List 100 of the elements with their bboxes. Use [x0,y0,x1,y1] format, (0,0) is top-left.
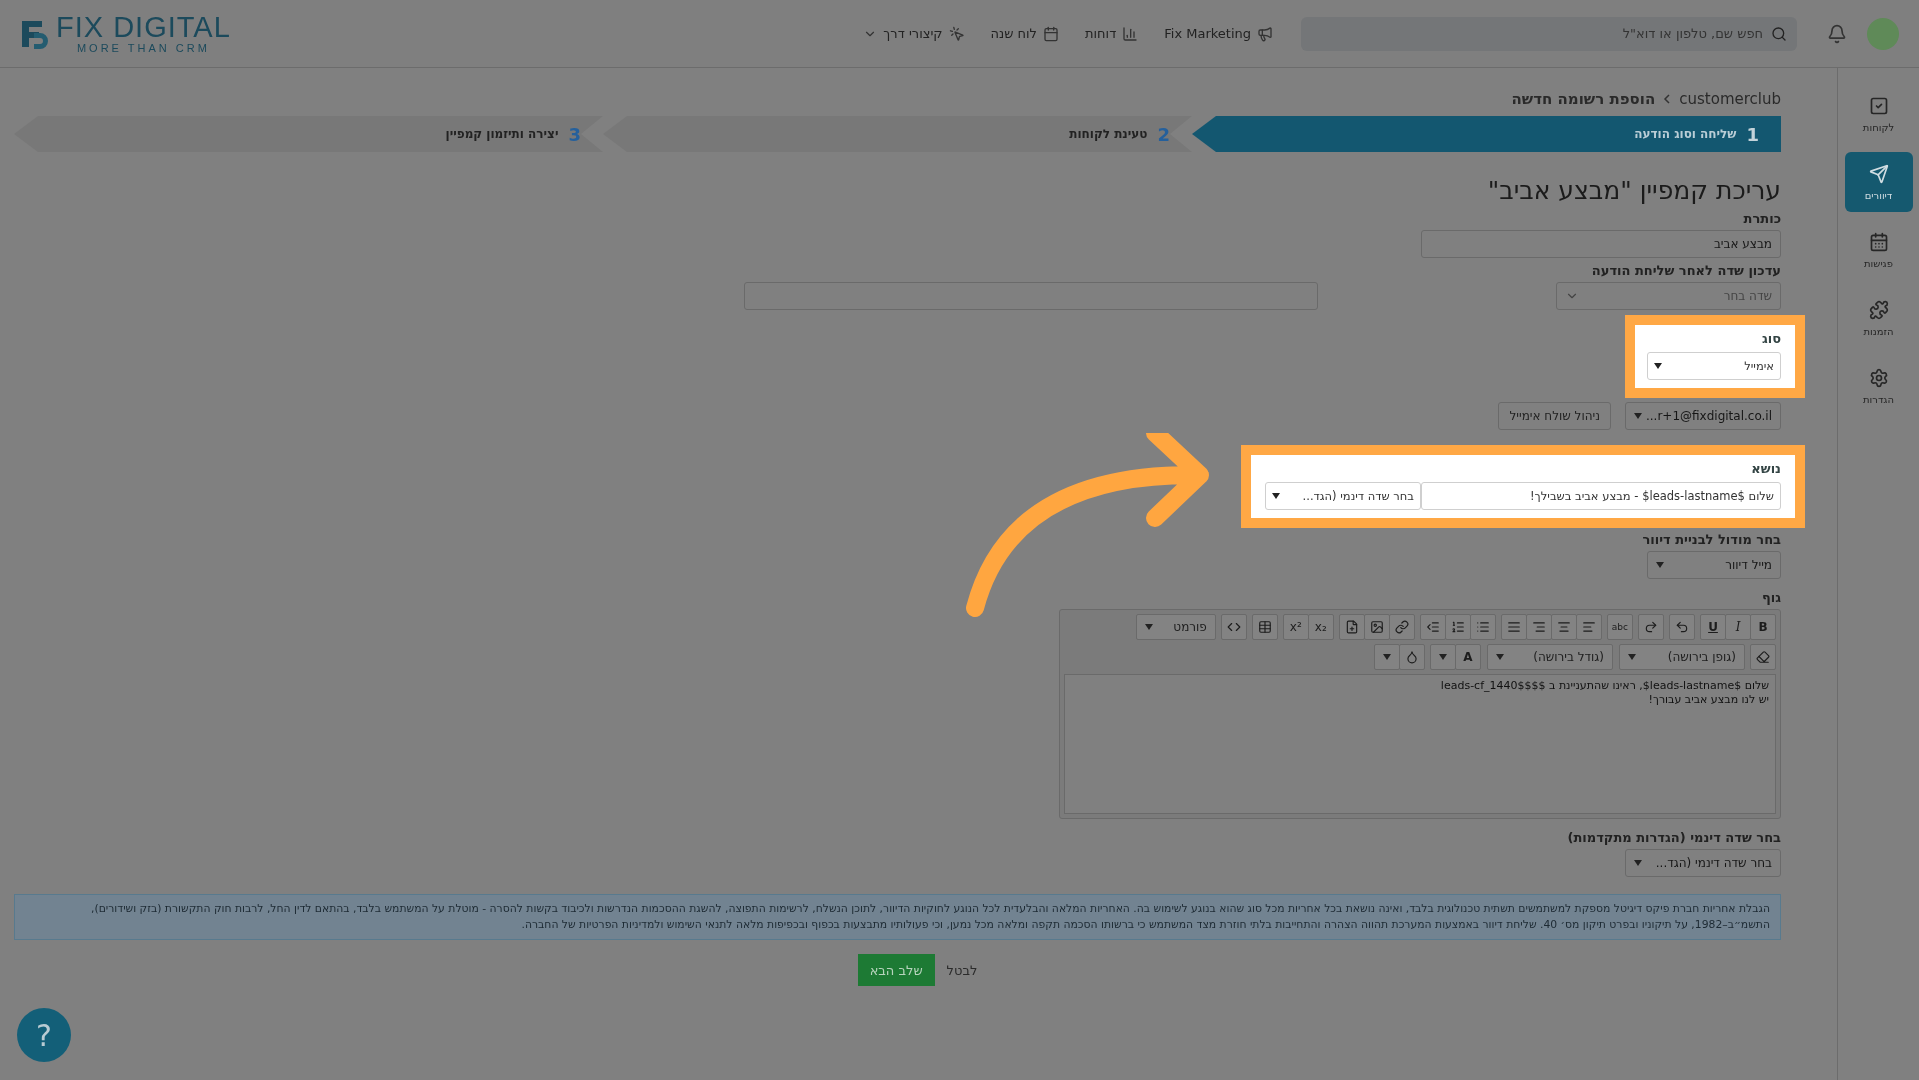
next-step-button[interactable]: שלב הבא [857,954,935,987]
text-color-button[interactable]: A [1455,644,1481,670]
code-icon [1226,620,1241,634]
caret-icon [1439,654,1447,660]
field-select[interactable]: שדה בחר [1556,282,1781,310]
redo-button[interactable] [1638,614,1664,640]
caret-icon [1634,413,1642,419]
bullet-list-button[interactable] [1469,614,1496,640]
indent-icon [1425,620,1440,634]
nav-link[interactable]: קיצורי דרך [863,25,965,42]
sidebar-item[interactable]: הזמנות [1844,288,1913,348]
undo-button[interactable] [1669,614,1695,640]
editor-body[interactable]: שלום $leads-lastname$, ראינו שהתעניינת ב $$leads-cf_1440$$ יש לנו מבצע אביב עבורך! [1064,674,1776,814]
redo-icon [1644,620,1658,634]
page-title: עריכת קמפיין "מבצע אביב" [1487,176,1781,205]
list-icon [1475,620,1490,634]
nav-link[interactable]: Fix Marketing [1164,25,1273,42]
field-label: כותרת [1742,211,1781,226]
font-select[interactable]: (גופן בירושה) [1619,644,1745,670]
logo-name: FIX DIGITAL [56,13,231,42]
breadcrumb-item: הוספת רשומה חדשה [1511,90,1656,108]
module-select[interactable]: מייל דיוור [1647,551,1781,579]
color-dropdown-button[interactable] [1374,644,1400,670]
file-icon [1344,620,1359,634]
caret-icon [1628,654,1636,660]
caret-icon [1144,624,1153,630]
format-select[interactable]: פורמט [1135,614,1216,640]
field-label: בחר שדה דינמי (הגדרות מתקדמות) [1567,830,1781,845]
field-label: בחר מודול לבניית דיוור [1642,532,1781,547]
megaphone-icon [1257,25,1273,42]
file-button[interactable] [1338,614,1365,640]
subject-input[interactable]: שלום $leads-lastname$ - מבצע אביב בשבילך! [1421,482,1781,510]
align-icon [1581,620,1596,634]
help-button[interactable]: ? [17,1008,71,1062]
superscript-button[interactable]: x² [1282,614,1309,640]
caret-icon [1383,654,1391,660]
settings-icon [1868,367,1889,388]
undo-icon [1675,620,1689,634]
field-label: עדכון שדה לאחר שליחת הודעה [1590,263,1781,278]
puzzle-icon [1868,299,1889,320]
calendar-icon [1043,25,1059,42]
color-dropdown-button[interactable] [1430,644,1456,670]
table-icon [1257,620,1272,634]
source-button[interactable] [1220,614,1247,640]
cursor-icon [948,25,965,42]
subscript-button[interactable]: x₂ [1307,614,1334,640]
bar-chart-icon [1122,25,1139,42]
search-field[interactable]: חפש שם, טלפון או דוא"ל [1301,16,1797,51]
align-button[interactable] [1500,614,1527,640]
caret-icon [1496,654,1504,660]
nav-link[interactable]: דוחות [1085,25,1139,42]
manage-sender-button[interactable]: ניהול שולח אימייל [1498,402,1611,430]
logo-tagline: MORE THAN CRM [76,42,210,54]
sidebar-item[interactable]: פגישות [1844,220,1913,280]
breadcrumb-item[interactable]: customerclub [1679,90,1781,108]
logo-icon [20,18,50,49]
sender-select[interactable]: ...r+1@fixdigital.co.il [1625,402,1781,430]
link-button[interactable] [1388,614,1415,640]
align-icon [1531,620,1546,634]
numbered-list-icon [1450,620,1465,634]
nav-link[interactable]: לוח שנה [990,25,1059,42]
calendar-icon [1868,231,1889,252]
body-text: יש לנו מבצע אביב עבורך! [1647,692,1769,707]
numbered-list-button[interactable] [1444,614,1471,640]
bold-button[interactable]: B [1750,614,1776,640]
send-icon [1868,163,1889,184]
underline-button[interactable]: U [1700,614,1726,640]
type-select[interactable]: אימייל [1647,352,1781,380]
align-button[interactable] [1575,614,1602,640]
table-button[interactable] [1251,614,1278,640]
checkbox-icon [1868,95,1889,116]
align-button[interactable] [1550,614,1577,640]
align-icon [1506,620,1521,634]
image-button[interactable] [1363,614,1390,640]
caret-icon [1634,860,1642,866]
cancel-link[interactable]: לבטל [946,962,978,978]
body-text: שלום $leads-lastname$, ראינו שהתעניינת ב $$leads-cf_1440$$ [1439,679,1769,693]
field-label: סוג [1760,331,1781,346]
bell-icon[interactable] [1827,23,1847,44]
sidebar-item[interactable]: דיוורים [1844,152,1913,212]
spellcheck-button[interactable]: abc [1606,614,1633,640]
disclaimer-text: הגבלת אחריות חברת פיקס דיגיטל מספקת למשתמשים תשתית טכנולוגית בלבד, ואינה נושאת בכל אחריות מכל סוג שהוא בנוגע לשימוש בה. האחריות המלאה והבלעדית לכל הנוגע לחוקיות הדיוור, לתוכן הנשלח, לרשימות התפוצה, להשגת ההסכמות הנדרשות ולכיבוד בקשות להסרה - מוטלת על המשתמש בלבד, בהתאם לדין החל, לרבות חוק התקשורת (בזק ושידורים), התשמ״ב–1982, על תיקוניו ובפרט תיקון מס׳ 40. שליחת דיוור באמצעות המערכת תהווה הצהרה והתחייבות בלתי חוזרת מצד המשתמש כי ברשותו הסכמה תקפה ומלאה מכל נמען, וכי פעולותיו מתבצעות בכפוף ובכפיפות מלאה לתנאי השימוש ולמדיניות הפרטיות של החברה. [14,894,1781,941]
align-button[interactable] [1525,614,1552,640]
link-icon [1394,620,1409,634]
align-icon [1556,620,1571,634]
dynamic-field-select[interactable]: בחר שדה דינמי (הגד... [1625,849,1781,877]
caret-icon [1654,363,1662,369]
title-input[interactable]: מבצע אביב [1421,230,1781,258]
clear-format-button[interactable] [1750,644,1776,670]
field-label: גוף [1760,590,1781,605]
sidebar-item[interactable]: לקוחות [1844,84,1913,144]
sidebar-item[interactable]: הגדרות [1844,356,1913,416]
image-icon [1369,620,1384,634]
size-select[interactable]: (גודל בירושה) [1487,644,1613,670]
italic-button[interactable]: I [1725,614,1751,640]
indent-button[interactable] [1419,614,1446,640]
eraser-icon [1756,650,1770,664]
dynamic-field-select[interactable]: בחר שדה דינמי (הגד... [1265,482,1421,510]
caret-icon [1656,562,1664,568]
caret-icon [1272,493,1280,499]
